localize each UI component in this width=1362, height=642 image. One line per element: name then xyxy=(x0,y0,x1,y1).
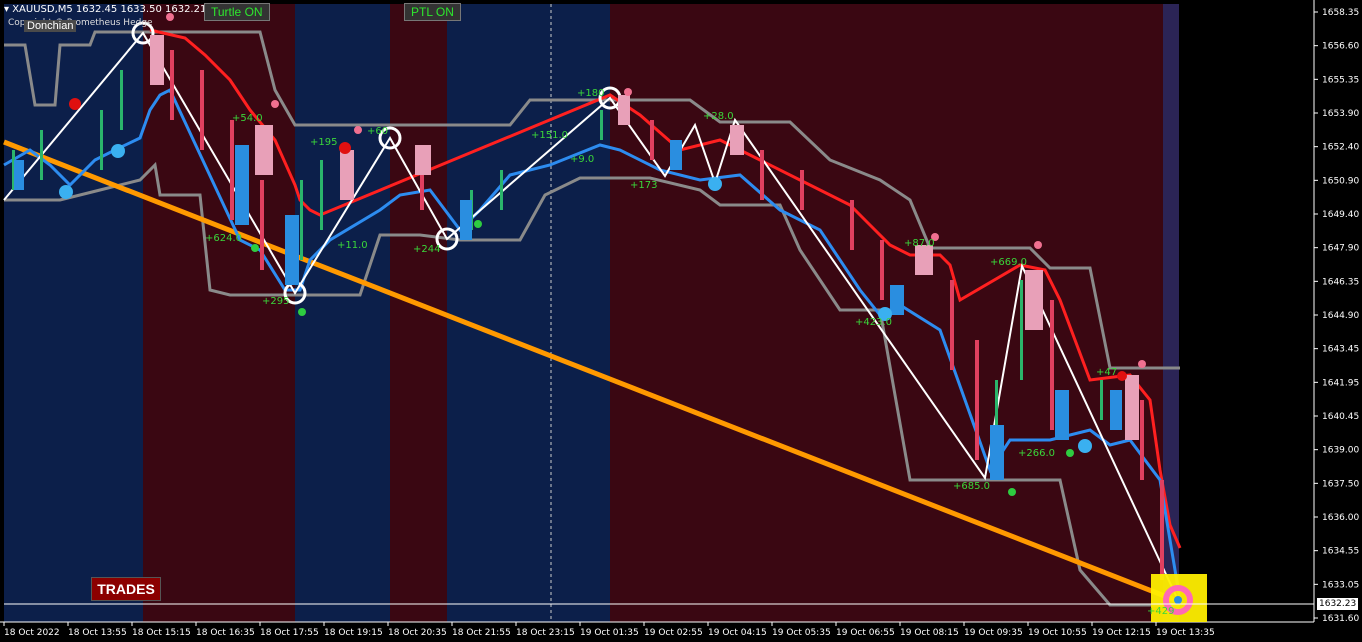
ptl-toggle-button[interactable]: PTL ON xyxy=(404,3,461,21)
price-tick-label: 1641.95 xyxy=(1322,378,1359,388)
annotation: +173 xyxy=(630,180,657,191)
time-tick-label: 18 Oct 23:15 xyxy=(516,628,575,638)
price-chart[interactable]: +54.0 +624.0 +295 +195 +60 +11.0 +244 +1… xyxy=(0,0,1362,642)
time-tick-label: 19 Oct 05:35 xyxy=(772,628,831,638)
annotation: +669.0 xyxy=(990,257,1027,268)
price-tick-label: 1647.90 xyxy=(1322,244,1359,254)
donchian-label: Donchian xyxy=(24,20,77,32)
time-axis: 18 Oct 2022 18 Oct 13:55 18 Oct 15:15 18 Oc… xyxy=(3,622,1215,638)
price-tick-label: 1649.40 xyxy=(1322,210,1359,220)
price-tick-label: 1636.00 xyxy=(1322,513,1359,523)
turtle-toggle-button[interactable]: Turtle ON xyxy=(204,3,270,21)
time-tick-label: 19 Oct 08:15 xyxy=(900,628,959,638)
annotation: +47 xyxy=(1096,367,1117,378)
annotation: +266.0 xyxy=(1018,448,1055,459)
time-tick-label: 19 Oct 04:15 xyxy=(708,628,767,638)
price-tick-label: 1658.35 xyxy=(1322,8,1359,18)
time-tick-label: 18 Oct 15:15 xyxy=(132,628,191,638)
price-tick-label: 1650.90 xyxy=(1322,176,1359,186)
time-tick-label: 19 Oct 12:15 xyxy=(1092,628,1151,638)
time-tick-label: 18 Oct 2022 xyxy=(4,628,60,638)
time-tick-label: 18 Oct 17:55 xyxy=(260,628,319,638)
price-tick-label: 1643.45 xyxy=(1322,345,1359,355)
price-tick-label: 1634.55 xyxy=(1322,547,1359,557)
annotation: +180 xyxy=(577,88,604,99)
annotation: +295 xyxy=(262,296,289,307)
time-tick-label: 19 Oct 06:55 xyxy=(836,628,895,638)
price-axis: 1658.35 1656.60 1655.35 1653.90 1652.40 1650.… xyxy=(1314,8,1359,624)
annotation: +195 xyxy=(310,137,337,148)
annotation: +54.0 xyxy=(232,113,263,124)
time-tick-label: 19 Oct 02:55 xyxy=(644,628,703,638)
time-tick-label: 19 Oct 13:35 xyxy=(1156,628,1215,638)
time-tick-label: 19 Oct 10:55 xyxy=(1028,628,1087,638)
annotation: +28.0 xyxy=(703,111,734,122)
current-price-label: 1632.23 xyxy=(1317,598,1359,610)
annotation: +429 xyxy=(1147,606,1174,617)
annotation: +685.0 xyxy=(953,481,990,492)
price-tick-label: 1633.05 xyxy=(1322,580,1359,590)
time-tick-label: 18 Oct 16:35 xyxy=(196,628,255,638)
time-tick-label: 19 Oct 09:35 xyxy=(964,628,1023,638)
time-tick-label: 18 Oct 21:55 xyxy=(452,628,511,638)
price-tick-label: 1655.35 xyxy=(1322,75,1359,85)
symbol-info: ▾ XAUUSD,M5 1632.45 1633.50 1632.21 163 xyxy=(4,4,229,15)
price-tick-label: 1637.50 xyxy=(1322,479,1359,489)
price-tick-label: 1646.35 xyxy=(1322,277,1359,287)
time-tick-label: 18 Oct 13:55 xyxy=(68,628,127,638)
annotation: +423.0 xyxy=(855,317,892,328)
annotation: +87.0 xyxy=(904,238,935,249)
annotation: +151.0 xyxy=(531,130,568,141)
annotation: +9.0 xyxy=(570,154,594,165)
annotation: +624.0 xyxy=(205,233,242,244)
price-tick-label: 1656.60 xyxy=(1322,42,1359,52)
price-tick-label: 1644.90 xyxy=(1322,311,1359,321)
current-target-core xyxy=(1174,596,1182,604)
time-tick-label: 19 Oct 01:35 xyxy=(580,628,639,638)
price-tick-label: 1639.00 xyxy=(1322,446,1359,456)
annotation: +60 xyxy=(367,126,388,137)
price-tick-label: 1653.90 xyxy=(1322,109,1359,119)
zone-blue xyxy=(295,4,390,622)
zone-red xyxy=(143,4,295,622)
price-tick-label: 1640.45 xyxy=(1322,412,1359,422)
annotation: +244 xyxy=(413,244,440,255)
price-tick-label: 1631.60 xyxy=(1322,614,1359,624)
trades-button[interactable]: TRADES xyxy=(91,577,161,601)
time-tick-label: 18 Oct 20:35 xyxy=(388,628,447,638)
annotation: +11.0 xyxy=(337,240,368,251)
chart-window[interactable]: +54.0 +624.0 +295 +195 +60 +11.0 +244 +1… xyxy=(0,0,1362,642)
price-tick-label: 1652.40 xyxy=(1322,143,1359,153)
time-tick-label: 18 Oct 19:15 xyxy=(324,628,383,638)
